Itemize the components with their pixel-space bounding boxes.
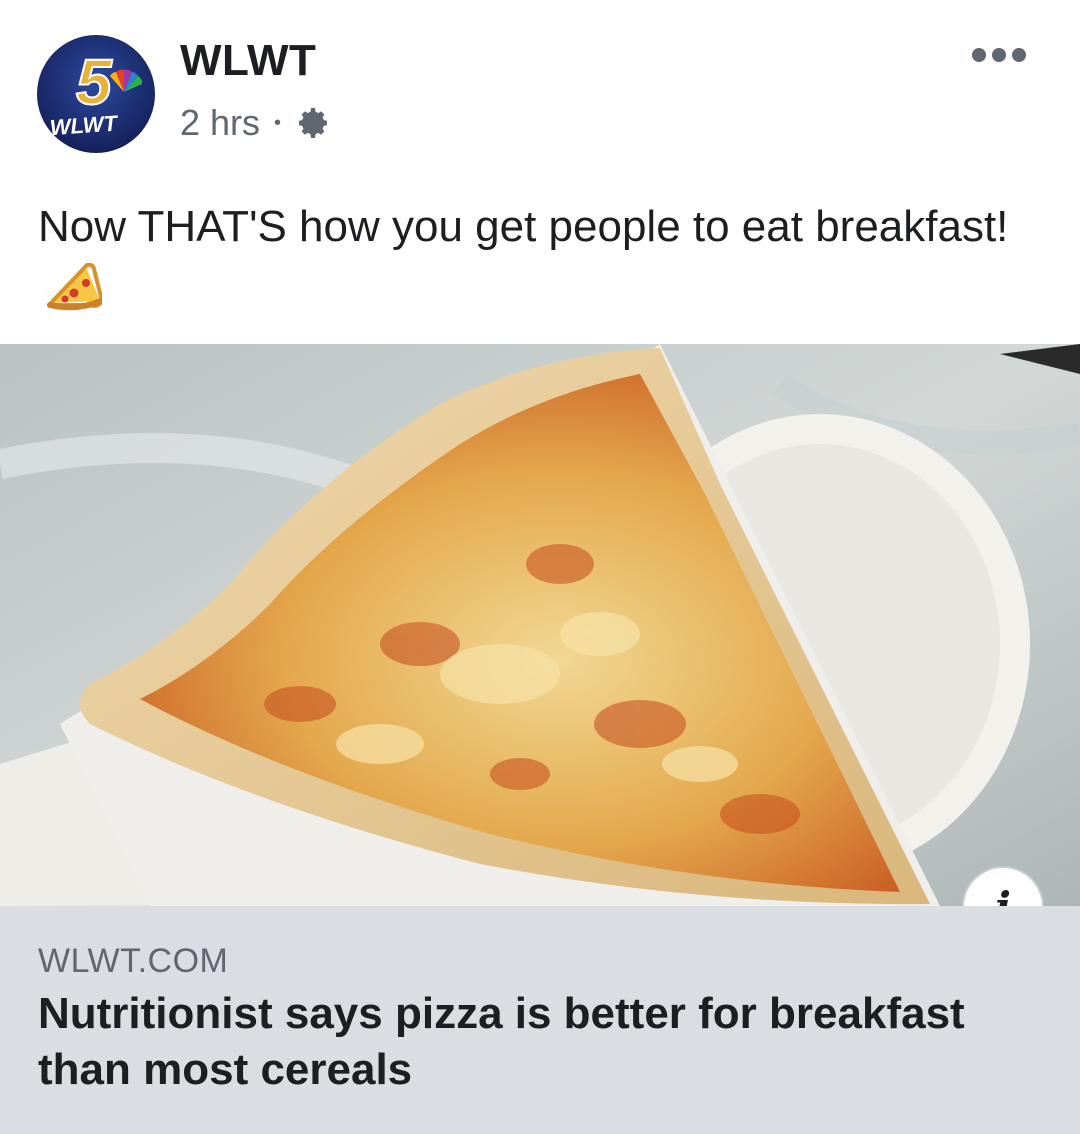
caption-text: Now THAT'S how you get people to eat bre… bbox=[38, 202, 1009, 251]
gear-icon[interactable] bbox=[295, 105, 331, 141]
more-dot bbox=[972, 48, 986, 62]
more-dot bbox=[1012, 48, 1026, 62]
more-options-icon[interactable] bbox=[972, 48, 1026, 62]
pizza-slice-photo[interactable] bbox=[0, 344, 1080, 906]
post-caption: Now THAT'S how you get people to eat bre… bbox=[38, 196, 1038, 320]
more-dot bbox=[992, 48, 1006, 62]
separator-dot: • bbox=[274, 111, 282, 134]
wlwt-avatar[interactable]: 5 WLWT bbox=[36, 34, 156, 154]
timestamp[interactable]: 2 hrs bbox=[180, 102, 260, 144]
station-name: WLWT bbox=[49, 110, 119, 140]
post-header: 5 WLWT WLWT 2 hrs • bbox=[0, 0, 1080, 180]
channel-number: 5 bbox=[76, 46, 113, 118]
post-meta: 2 hrs • bbox=[180, 102, 331, 144]
page-name[interactable]: WLWT bbox=[180, 36, 316, 86]
pizza-emoji-icon bbox=[47, 263, 102, 311]
link-domain[interactable]: WLWT.COM bbox=[38, 942, 228, 981]
link-headline[interactable]: Nutritionist says pizza is better for br… bbox=[38, 986, 1038, 1098]
